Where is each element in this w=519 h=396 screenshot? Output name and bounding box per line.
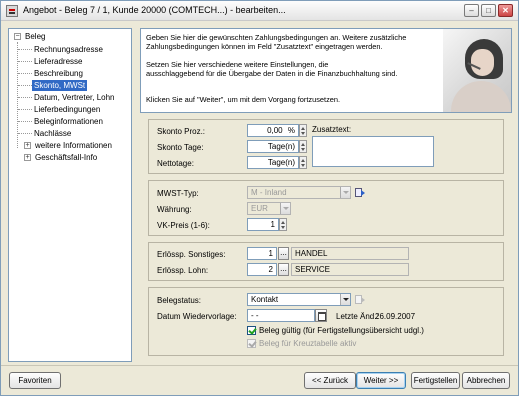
expand-icon[interactable]: + xyxy=(24,154,31,161)
next-button[interactable]: Weiter >> xyxy=(356,372,406,389)
beleg-gueltig-label: Beleg gültig (für Fertigstellungsübersic… xyxy=(259,326,424,335)
collapse-icon[interactable]: − xyxy=(14,33,21,40)
vkpreis-label: VK-Preis (1-6): xyxy=(157,221,210,230)
tree-item-lieferbedingungen[interactable]: Lieferbedingungen xyxy=(34,104,100,115)
window-title: Angebot - Beleg 7 / 1, Kunde 20000 (COMT… xyxy=(23,5,286,15)
tree-connector xyxy=(18,49,32,50)
beleg-kreuztabelle-label: Beleg für Kreuztabelle aktiv xyxy=(259,339,357,348)
erloes-sonstiges-input[interactable]: 1 xyxy=(247,247,277,260)
vkpreis-input[interactable]: 1 xyxy=(247,218,279,231)
title-bar: Angebot - Beleg 7 / 1, Kunde 20000 (COMT… xyxy=(1,1,518,21)
info-text: Zahlungsbedingungen können im Feld "Zusa… xyxy=(146,42,383,51)
zusatztext-input[interactable] xyxy=(312,136,434,167)
info-text: Klicken Sie auf "Weiter", um mit dem Vor… xyxy=(146,95,341,104)
tree-item-datum-vertreter-lohn[interactable]: Datum, Vertreter, Lohn xyxy=(34,92,115,103)
erloes-lohn-name: SERVICE xyxy=(291,263,409,276)
lookup-icon[interactable] xyxy=(355,187,366,198)
tree-connector xyxy=(18,133,32,134)
beleg-gueltig-checkbox[interactable] xyxy=(247,326,256,335)
wiedervorlage-input[interactable]: - - xyxy=(247,309,315,322)
tree-connector xyxy=(18,109,32,110)
belegstatus-label: Belegstatus: xyxy=(157,296,202,305)
maximize-button[interactable]: □ xyxy=(481,4,496,17)
erloes-sonstiges-name: HANDEL xyxy=(291,247,409,260)
waehrung-value: EUR xyxy=(251,204,268,213)
belegstatus-value: Kontakt xyxy=(251,295,279,304)
letzte-aenderung-value: 26.09.2007 xyxy=(375,312,416,321)
chevron-down-icon[interactable] xyxy=(340,294,350,305)
lookup-icon[interactable] xyxy=(355,294,366,305)
tree-item-beschreibung[interactable]: Beschreibung xyxy=(34,68,83,79)
mwst-typ-select[interactable]: M - Inland xyxy=(247,186,351,199)
expand-icon[interactable]: + xyxy=(24,142,31,149)
info-text: ausschlaggebend für die Übergabe der Dat… xyxy=(146,69,398,78)
tree-item-weitere-informationen[interactable]: weitere Informationen xyxy=(35,140,112,151)
minimize-button[interactable]: – xyxy=(464,4,479,17)
wiedervorlage-label: Datum Wiedervorlage: xyxy=(157,312,237,321)
info-text: Geben Sie hier die gewünschten Zahlungsb… xyxy=(146,33,407,42)
content-panel: Geben Sie hier die gewünschten Zahlungsb… xyxy=(140,28,512,362)
chevron-down-icon[interactable] xyxy=(340,187,350,198)
app-icon xyxy=(6,5,18,17)
skonto-proz-value: 0,00 xyxy=(267,126,283,135)
mwst-typ-label: MWST-Typ: xyxy=(157,189,199,198)
skonto-tage-label: Skonto Tage: xyxy=(157,143,204,152)
waehrung-label: Währung: xyxy=(157,205,192,214)
close-button[interactable]: ✕ xyxy=(498,4,513,17)
tree-item-beleg[interactable]: Beleg xyxy=(25,31,45,42)
tree-connector xyxy=(18,73,32,74)
skonto-group: Skonto Proz.: 0,00 % Zusatztext: Skonto … xyxy=(148,119,504,174)
navigation-tree: − Beleg Rechnungsadresse Lieferadresse B… xyxy=(8,28,132,362)
beleg-kreuztabelle-checkbox[interactable] xyxy=(247,339,256,348)
assistant-photo xyxy=(443,29,511,112)
erloes-lohn-lookup-button[interactable]: ... xyxy=(278,263,289,276)
belegstatus-select[interactable]: Kontakt xyxy=(247,293,351,306)
tree-item-lieferadresse[interactable]: Lieferadresse xyxy=(34,56,82,67)
photo-shoulder xyxy=(451,81,511,112)
tree-connector xyxy=(18,121,32,122)
status-group: Belegstatus: Kontakt Datum Wiedervorlage… xyxy=(148,287,504,356)
photo-face xyxy=(471,49,494,76)
erloessparten-group: Erlössp. Sonstiges: 1 ... HANDEL Erlössp… xyxy=(148,242,504,281)
footer-separator xyxy=(1,365,518,366)
waehrung-select[interactable]: EUR xyxy=(247,202,291,215)
skonto-proz-spinner[interactable] xyxy=(299,124,307,137)
mwst-typ-value: M - Inland xyxy=(251,188,287,197)
cancel-button[interactable]: Abbrechen xyxy=(462,372,510,389)
tree-item-nachlaesse[interactable]: Nachlässe xyxy=(34,128,71,139)
finish-button[interactable]: Fertigstellen xyxy=(411,372,460,389)
percent-unit: % xyxy=(287,126,295,135)
skonto-proz-label: Skonto Proz.: xyxy=(157,127,206,136)
info-text: Setzen Sie hier verschiedene weitere Ein… xyxy=(146,60,329,69)
back-button[interactable]: << Zurück xyxy=(304,372,356,389)
zusatztext-label: Zusatztext: xyxy=(312,125,352,134)
mwst-group: MWST-Typ: M - Inland Währung: EUR VK-Pre… xyxy=(148,180,504,236)
calendar-icon[interactable] xyxy=(315,309,327,322)
tree-item-geschaeftsfall-info[interactable]: Geschäftsfall-Info xyxy=(35,152,97,163)
nettotage-label: Nettotage: xyxy=(157,159,194,168)
tree-connector xyxy=(18,85,32,86)
letzte-aenderung-label: Letzte Änd.: xyxy=(336,312,379,321)
erloes-sonstiges-label: Erlössp. Sonstiges: xyxy=(157,250,226,259)
info-box: Geben Sie hier die gewünschten Zahlungsb… xyxy=(140,28,512,113)
tree-item-beleginformationen[interactable]: Beleginformationen xyxy=(34,116,103,127)
tree-item-skonto-mwst[interactable]: Skonto, MWSt xyxy=(32,80,88,91)
tree-item-rechnungsadresse[interactable]: Rechnungsadresse xyxy=(34,44,103,55)
tree-connector xyxy=(18,61,32,62)
chevron-down-icon[interactable] xyxy=(280,203,290,214)
favoriten-button[interactable]: Favoriten xyxy=(9,372,61,389)
tree-connector xyxy=(18,97,32,98)
nettotage-spinner[interactable] xyxy=(299,156,307,169)
erloes-sonstiges-lookup-button[interactable]: ... xyxy=(278,247,289,260)
skonto-proz-input[interactable]: 0,00 % xyxy=(247,124,299,137)
skonto-tage-spinner[interactable] xyxy=(299,140,307,153)
erloes-lohn-input[interactable]: 2 xyxy=(247,263,277,276)
skonto-tage-input[interactable]: Tage(n) xyxy=(247,140,299,153)
dialog-window: Angebot - Beleg 7 / 1, Kunde 20000 (COMT… xyxy=(0,0,519,396)
vkpreis-spinner[interactable] xyxy=(279,218,287,231)
nettotage-input[interactable]: Tage(n) xyxy=(247,156,299,169)
erloes-lohn-label: Erlössp. Lohn: xyxy=(157,266,209,275)
